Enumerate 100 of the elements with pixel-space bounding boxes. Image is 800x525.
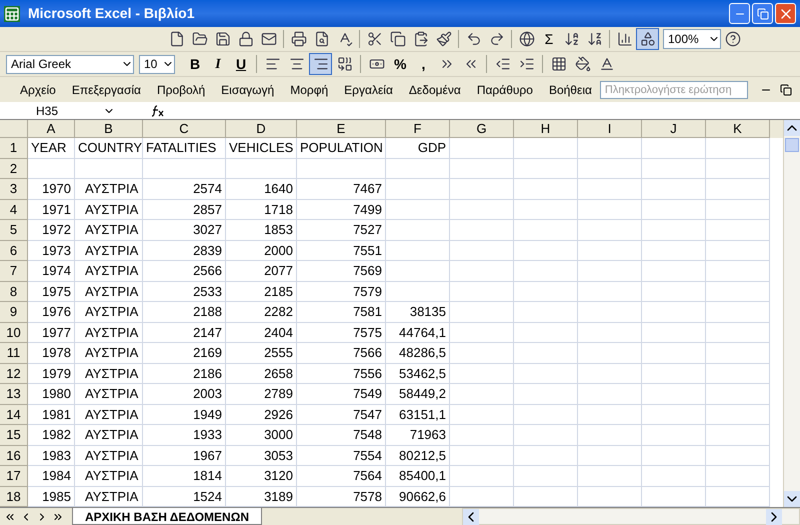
- table-cell: [450, 200, 514, 220]
- row-header[interactable]: 2: [0, 158, 28, 179]
- column-header[interactable]: F: [386, 120, 450, 138]
- table-cell: [514, 322, 578, 343]
- sheet-tab[interactable]: ΑΡΧΙΚΗ ΒΑΣΗ ΔΕΔΟΜΕΝΩΝ: [72, 508, 262, 525]
- copy-icon: [390, 31, 406, 47]
- row-header[interactable]: 5: [0, 220, 28, 240]
- row-header[interactable]: 18: [0, 486, 28, 507]
- lock-icon: [238, 31, 254, 47]
- table-cell: YEAR: [28, 138, 75, 158]
- table-cell: [450, 138, 514, 158]
- table-cell: [386, 200, 450, 220]
- decrease-indent-icon: [494, 56, 511, 72]
- open-folder-icon: [192, 31, 208, 47]
- scroll-down-icon[interactable]: [784, 491, 800, 507]
- column-header[interactable]: H: [514, 120, 578, 138]
- table-cell: 2147: [143, 322, 226, 343]
- scroll-right-icon[interactable]: [766, 508, 782, 524]
- row-header[interactable]: 8: [0, 282, 28, 302]
- table-cell: [386, 179, 450, 200]
- table-cell: [706, 138, 770, 158]
- print-preview-icon: [314, 31, 330, 47]
- table-cell: [28, 158, 75, 179]
- column-header[interactable]: G: [450, 120, 514, 138]
- row-header[interactable]: 9: [0, 302, 28, 322]
- row-header[interactable]: 3: [0, 179, 28, 200]
- row-header[interactable]: 11: [0, 343, 28, 364]
- row-header[interactable]: 17: [0, 466, 28, 486]
- table-cell: [450, 179, 514, 200]
- toolbar-button[interactable]: [309, 53, 332, 75]
- toolbar-button[interactable]: B: [184, 53, 206, 75]
- font-dropdown[interactable]: Arial Greek: [6, 54, 134, 74]
- column-header[interactable]: E: [297, 120, 386, 138]
- font-size-dropdown[interactable]: 10: [139, 54, 175, 74]
- row-header[interactable]: 1: [0, 138, 28, 158]
- menu-item[interactable]: Εισαγωγή: [213, 80, 282, 100]
- toolbar-button[interactable]: U: [230, 53, 252, 75]
- column-header[interactable]: I: [578, 120, 642, 138]
- restore-icon[interactable]: [780, 84, 792, 96]
- table-cell: ΑΥΣΤΡΙΑ: [75, 302, 143, 322]
- table-cell: ΑΥΣΤΡΙΑ: [75, 322, 143, 343]
- table-cell: [514, 261, 578, 282]
- row-header[interactable]: 12: [0, 364, 28, 384]
- menu-item[interactable]: Δεδομένα: [400, 80, 469, 100]
- row-header[interactable]: 15: [0, 425, 28, 446]
- column-header[interactable]: J: [642, 120, 706, 138]
- row-header[interactable]: 6: [0, 240, 28, 261]
- row-header[interactable]: 16: [0, 446, 28, 466]
- column-header[interactable]: K: [706, 120, 770, 138]
- table-cell: 7527: [297, 220, 386, 240]
- toolbar-button[interactable]: I: [207, 53, 229, 75]
- menu-item[interactable]: Βοήθεια: [540, 80, 600, 100]
- menu-item[interactable]: Παράθυρο: [468, 80, 541, 100]
- row-header[interactable]: 13: [0, 384, 28, 404]
- column-header[interactable]: C: [143, 120, 226, 138]
- horizontal-scrollbar[interactable]: [462, 508, 800, 525]
- save-icon: [214, 31, 230, 47]
- scroll-left-icon[interactable]: [462, 508, 479, 524]
- toolbar-button[interactable]: [636, 28, 659, 50]
- table-cell: COUNTRY: [75, 138, 143, 158]
- toolbar-button[interactable]: %: [389, 53, 412, 75]
- table-cell: [386, 158, 450, 179]
- menu-item[interactable]: Μορφή: [282, 80, 336, 100]
- question-field[interactable]: Πληκτρολογήστε ερώτηση: [600, 80, 748, 98]
- table-cell: [578, 261, 642, 282]
- close-button[interactable]: [775, 3, 796, 24]
- table-cell: 7566: [297, 343, 386, 364]
- table-cell: 1976: [28, 302, 75, 322]
- column-header[interactable]: D: [226, 120, 297, 138]
- table-cell: ΑΥΣΤΡΙΑ: [75, 425, 143, 446]
- scroll-thumb[interactable]: [785, 138, 799, 152]
- scroll-up-icon[interactable]: [784, 120, 800, 136]
- table-cell: 7579: [297, 282, 386, 302]
- restore-button[interactable]: [752, 3, 773, 24]
- table-cell: 1974: [28, 261, 75, 282]
- menu-item[interactable]: Εργαλεία: [336, 80, 401, 100]
- window-title: Microsoft Excel - Βιβλίο1: [28, 4, 196, 23]
- toolbar-button[interactable]: ,: [412, 53, 434, 75]
- row-header[interactable]: 4: [0, 200, 28, 220]
- column-header[interactable]: B: [75, 120, 143, 138]
- row-header[interactable]: 10: [0, 322, 28, 343]
- table-cell: 53462,5: [386, 364, 450, 384]
- toolbar-button[interactable]: Σ: [538, 28, 560, 50]
- row-header[interactable]: 7: [0, 261, 28, 282]
- minimize-button[interactable]: [729, 3, 750, 24]
- menu-item[interactable]: Επεξεργασία: [64, 80, 149, 100]
- table-cell: [642, 200, 706, 220]
- table-cell: [514, 384, 578, 404]
- table-cell: 1718: [226, 200, 297, 220]
- table-cell: 2566: [143, 261, 226, 282]
- zoom-dropdown[interactable]: 100%: [663, 29, 721, 49]
- menu-item[interactable]: Προβολή: [148, 80, 214, 100]
- column-header[interactable]: A: [28, 120, 75, 138]
- table-cell: 7554: [297, 446, 386, 466]
- vertical-scrollbar[interactable]: [783, 120, 800, 507]
- menu-item[interactable]: Αρχείο: [12, 80, 64, 100]
- table-cell: 7575: [297, 322, 386, 343]
- table-cell: [450, 384, 514, 404]
- table-cell: [450, 466, 514, 486]
- row-header[interactable]: 14: [0, 404, 28, 425]
